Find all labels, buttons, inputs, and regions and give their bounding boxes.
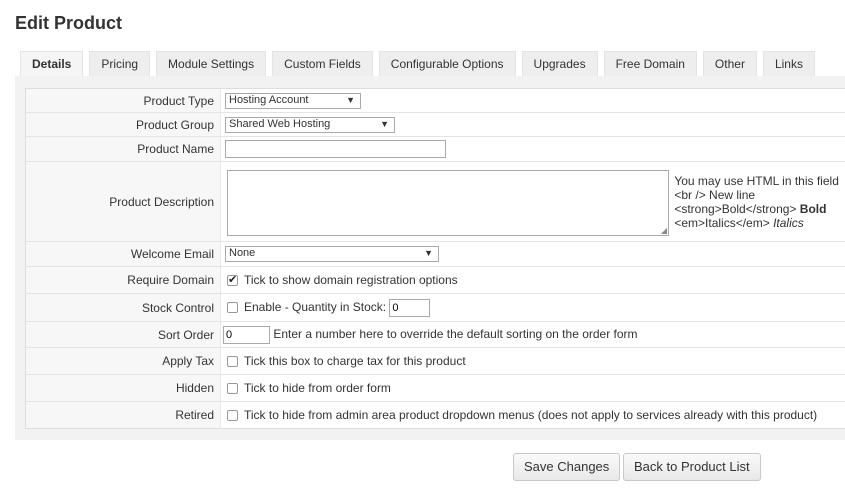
tab-module-settings[interactable]: Module Settings bbox=[156, 51, 267, 76]
require-domain-label: Require Domain bbox=[25, 266, 221, 294]
retired-label: Retired bbox=[25, 401, 221, 429]
retired-text: Tick to hide from admin area product dro… bbox=[244, 408, 818, 422]
apply-tax-checkbox[interactable] bbox=[227, 356, 238, 368]
tab-other[interactable]: Other bbox=[702, 51, 757, 76]
tab-upgrades[interactable]: Upgrades bbox=[521, 51, 598, 76]
hint-line-3-code: <strong>Bold</strong> bbox=[674, 201, 797, 216]
product-type-select[interactable]: Hosting Account ▼ bbox=[225, 92, 361, 109]
product-name-label: Product Name bbox=[25, 136, 221, 162]
tab-bar: Details Pricing Module Settings Custom F… bbox=[20, 51, 821, 76]
welcome-email-label: Welcome Email bbox=[25, 241, 221, 267]
require-domain-checkbox[interactable] bbox=[227, 273, 238, 287]
apply-tax-text: Tick this box to charge tax for this pro… bbox=[244, 354, 466, 368]
product-type-value: Hosting Account bbox=[229, 93, 309, 106]
hint-line-4-italic: Italics bbox=[773, 215, 804, 230]
sort-order-input[interactable] bbox=[223, 325, 270, 344]
sort-order-label: Sort Order bbox=[25, 321, 221, 348]
hidden-label: Hidden bbox=[25, 374, 221, 402]
stock-control-label: Stock Control bbox=[25, 293, 221, 322]
welcome-email-select[interactable]: None ▼ bbox=[225, 246, 439, 262]
chevron-down-icon: ▼ bbox=[346, 94, 355, 105]
product-details-form: Product Type Hosting Account ▼ Product G… bbox=[25, 88, 845, 429]
hint-line-2: <br /> New line bbox=[674, 187, 756, 202]
hint-line-4-code: <em>Italics</em> bbox=[674, 215, 770, 230]
chevron-down-icon: ▼ bbox=[424, 248, 433, 258]
tab-links[interactable]: Links bbox=[762, 51, 815, 76]
stock-control-checkbox[interactable] bbox=[227, 302, 238, 313]
apply-tax-label: Apply Tax bbox=[25, 347, 221, 375]
tab-details[interactable]: Details bbox=[20, 51, 84, 76]
retired-checkbox[interactable] bbox=[227, 410, 238, 422]
sort-order-text: Enter a number here to override the defa… bbox=[273, 326, 638, 341]
save-changes-button[interactable]: Save Changes bbox=[513, 453, 621, 481]
resize-grip-icon[interactable]: ◢ bbox=[661, 226, 667, 235]
tab-configurable-options[interactable]: Configurable Options bbox=[378, 51, 516, 76]
require-domain-text: Tick to show domain registration options bbox=[244, 273, 458, 287]
tab-pricing[interactable]: Pricing bbox=[89, 51, 151, 76]
chevron-down-icon: ▼ bbox=[380, 118, 389, 129]
html-hint: You may use HTML in this field <br /> Ne… bbox=[674, 174, 839, 230]
tab-custom-fields[interactable]: Custom Fields bbox=[272, 51, 373, 76]
stock-control-text: Enable - Quantity in Stock: bbox=[244, 299, 387, 314]
stock-quantity-input[interactable] bbox=[389, 298, 431, 317]
page-title: Edit Product bbox=[15, 13, 122, 33]
product-name-input[interactable] bbox=[225, 140, 446, 158]
back-to-product-list-button[interactable]: Back to Product List bbox=[623, 453, 761, 481]
hint-line-1: You may use HTML in this field bbox=[674, 173, 839, 188]
product-group-select[interactable]: Shared Web Hosting ▼ bbox=[225, 116, 395, 133]
tab-free-domain[interactable]: Free Domain bbox=[603, 51, 697, 76]
hidden-text: Tick to hide from order form bbox=[244, 381, 391, 395]
product-description-textarea[interactable]: ◢ bbox=[227, 169, 669, 236]
product-description-label: Product Description bbox=[25, 161, 221, 242]
hint-line-3-bold: Bold bbox=[799, 201, 827, 216]
product-type-label: Product Type bbox=[25, 88, 221, 113]
product-group-value: Shared Web Hosting bbox=[229, 117, 331, 130]
hidden-checkbox[interactable] bbox=[227, 383, 238, 395]
product-group-label: Product Group bbox=[25, 112, 221, 137]
welcome-email-value: None bbox=[229, 247, 256, 259]
